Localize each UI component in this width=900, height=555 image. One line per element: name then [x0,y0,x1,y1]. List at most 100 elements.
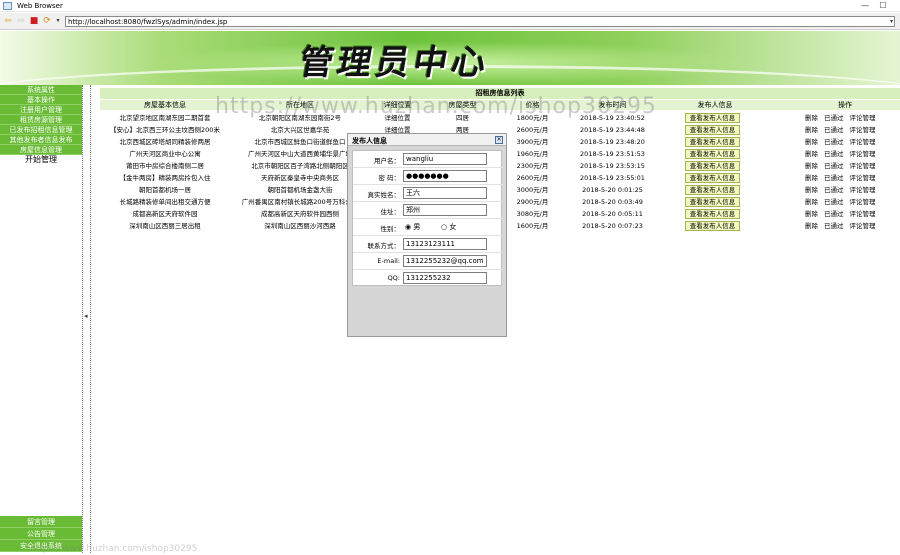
delete-link[interactable]: 删除 [805,138,818,146]
approved-link[interactable]: 已通过 [824,210,844,218]
view-publisher-button[interactable]: 查看发布人信息 [685,161,740,171]
view-publisher-button[interactable]: 查看发布人信息 [685,137,740,147]
gender-male-label: 男 [413,223,421,231]
sidebar-item-rentals[interactable]: 租赁房源管理 [0,115,82,125]
view-publisher-button[interactable]: 查看发布人信息 [685,209,740,219]
row-actions: 删除 已通过 评论管理 [805,208,882,220]
view-publisher-button[interactable]: 查看发布人信息 [685,197,740,207]
address-field[interactable]: 郑州 [403,204,487,216]
gender-female-radio[interactable]: ○ 女 [441,222,456,232]
username-label: 用户名： [374,157,400,165]
refresh-icon[interactable]: ⟳ [42,16,52,26]
view-publisher-button[interactable]: 查看发布人信息 [685,185,740,195]
sidebar-item-system[interactable]: 系统属性 [0,85,82,95]
cell-price: 3000元/月 [516,186,549,194]
sidebar-item-logout[interactable]: 安全退出系统 [0,540,82,552]
comment-manage-link[interactable]: 评论管理 [850,210,876,218]
sidebar-item-houses[interactable]: 房屋信息管理 [0,145,82,155]
form-row-phone: 联系方式： 13123123111 [353,236,503,253]
stop-icon[interactable]: ■ [29,16,39,26]
gender-male-radio[interactable]: ◉ 男 [405,222,420,232]
form-row-realname: 真实姓名： 王六 [353,185,503,202]
approved-link[interactable]: 已通过 [824,126,844,134]
form-row-username: 用户名： wangliu [353,151,503,168]
frame-splitter[interactable]: ◂ [82,85,91,553]
email-field[interactable]: 1312255232@qq.com [403,255,487,267]
approved-link[interactable]: 已通过 [824,138,844,146]
row-actions: 删除 已通过 评论管理 [805,220,882,232]
back-icon[interactable]: ⇦ [3,16,13,26]
cell-time: 2018-5-20 0:01:25 [582,186,643,194]
maximize-icon[interactable]: ☐ [876,0,890,12]
comment-manage-link[interactable]: 评论管理 [850,186,876,194]
sidebar-item-other-publishers[interactable]: 其他发布者信息发布 [0,135,82,145]
comment-manage-link[interactable]: 评论管理 [850,198,876,206]
approved-link[interactable]: 已通过 [824,162,844,170]
address-dropdown-icon[interactable]: ▾ [890,17,893,27]
view-publisher-button[interactable]: 查看发布人信息 [685,125,740,135]
view-publisher-button[interactable]: 查看发布人信息 [685,173,740,183]
comment-manage-link[interactable]: 评论管理 [850,174,876,182]
close-icon[interactable]: ✕ [495,136,503,144]
address-bar[interactable]: http://localhost:8080/fwzlSys/admin/inde… [65,16,895,27]
password-field[interactable]: ●●●●●●● [403,170,487,182]
sidebar-item-published[interactable]: 已发布招租信息管理 [0,125,82,135]
comment-manage-link[interactable]: 评论管理 [850,138,876,146]
phone-field[interactable]: 13123123111 [403,238,487,250]
publisher-info-dialog: 发布人信息 ✕ 用户名： wangliu 密 码： ●●●●●●● 真实姓名： … [347,133,507,337]
delete-link[interactable]: 删除 [805,114,818,122]
sidebar-item-notices[interactable]: 公告管理 [0,528,82,540]
comment-manage-link[interactable]: 评论管理 [850,114,876,122]
toolbar-dropdown-icon[interactable]: ▾ [53,16,63,26]
view-publisher-button[interactable]: 查看发布人信息 [685,113,740,123]
qq-label: QQ: [387,274,400,282]
delete-link[interactable]: 删除 [805,150,818,158]
cell-time: 2018-5-20 0:05:11 [582,210,643,218]
cell-info: 朝阳首都机场一居 [139,186,191,194]
minimize-icon[interactable]: — [858,0,872,12]
approved-link[interactable]: 已通过 [824,150,844,158]
realname-label: 真实姓名： [367,191,401,199]
forward-icon[interactable]: ⇨ [16,16,26,26]
comment-manage-link[interactable]: 评论管理 [850,126,876,134]
username-field[interactable]: wangliu [403,153,487,165]
sidebar-item-basic[interactable]: 基本操作 [0,95,82,105]
form-row-gender: 性别： ◉ 男 ○ 女 [353,219,503,236]
sidebar-item-users[interactable]: 注册用户管理 [0,105,82,115]
realname-field[interactable]: 王六 [403,187,487,199]
comment-manage-link[interactable]: 评论管理 [850,162,876,170]
header-banner: 管理员中心 [0,31,900,85]
list-title: 招租房信息列表 [100,88,900,99]
qq-field[interactable]: 1312255232 [403,272,487,284]
view-publisher-button[interactable]: 查看发布人信息 [685,221,740,231]
approved-link[interactable]: 已通过 [824,186,844,194]
delete-link[interactable]: 删除 [805,174,818,182]
approved-link[interactable]: 已通过 [824,114,844,122]
table-header: 房屋基本信息 所在地区 详细位置 房屋类型 价格 发布时间 发布人信息 操作 [100,100,900,110]
delete-link[interactable]: 删除 [805,198,818,206]
cell-price: 2600元/月 [516,174,549,182]
delete-link[interactable]: 删除 [805,126,818,134]
cell-price: 3900元/月 [516,138,549,146]
cell-price: 2300元/月 [516,162,549,170]
comment-manage-link[interactable]: 评论管理 [850,150,876,158]
sidebar-bottom-menu: 留言管理 公告管理 安全退出系统 [0,516,82,552]
delete-link[interactable]: 删除 [805,186,818,194]
cell-price: 1960元/月 [516,150,549,158]
view-publisher-button[interactable]: 查看发布人信息 [685,149,740,159]
comment-manage-link[interactable]: 评论管理 [850,222,876,230]
sidebar-item-start[interactable]: 开始管理 [0,155,82,165]
cell-price: 2600元/月 [516,126,549,134]
cell-time: 2018-5-19 23:48:20 [580,138,645,146]
approved-link[interactable]: 已通过 [824,198,844,206]
approved-link[interactable]: 已通过 [824,174,844,182]
cell-time: 2018-5-19 23:55:01 [580,174,645,182]
approved-link[interactable]: 已通过 [824,222,844,230]
delete-link[interactable]: 删除 [805,222,818,230]
collapse-arrow-icon[interactable]: ◂ [84,312,88,320]
address-url: http://localhost:8080/fwzlSys/admin/inde… [68,18,228,26]
delete-link[interactable]: 删除 [805,210,818,218]
cell-info: 莆田市中房综合楼南侧二居 [126,162,204,170]
sidebar-item-messages[interactable]: 留言管理 [0,516,82,528]
delete-link[interactable]: 删除 [805,162,818,170]
